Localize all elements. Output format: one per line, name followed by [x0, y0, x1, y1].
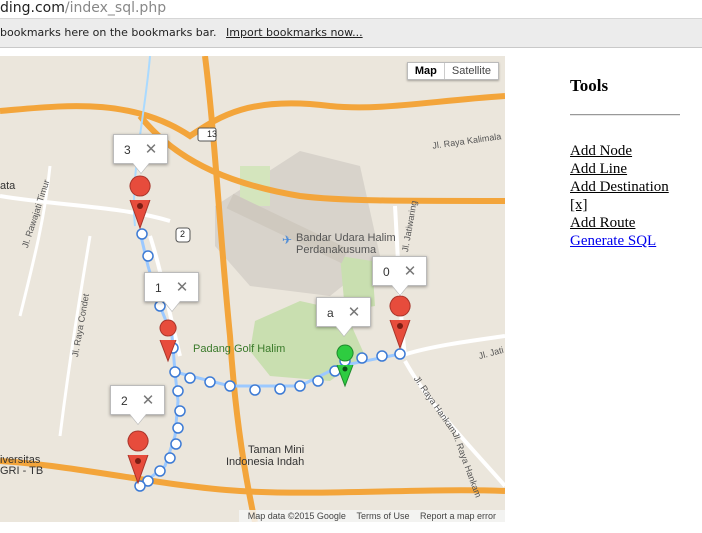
- close-icon[interactable]: ✕: [348, 298, 361, 328]
- tools-divider: [570, 114, 680, 116]
- info-window-2: 2 ✕: [110, 385, 166, 425]
- airport-label: Bandar Udara Halim: [296, 232, 396, 244]
- info-window-label: a: [327, 306, 334, 320]
- add-route-link[interactable]: Add Route: [570, 214, 680, 232]
- close-icon[interactable]: ✕: [404, 257, 417, 287]
- info-window-label: 3: [124, 143, 131, 157]
- map-type-control: Map Satellite: [406, 62, 499, 80]
- taman-label: Taman Mini: [248, 444, 305, 456]
- close-icon[interactable]: ✕: [145, 135, 158, 165]
- marker-3[interactable]: [129, 175, 151, 230]
- map-type-map-button[interactable]: Map: [408, 63, 445, 79]
- info-window-a: a ✕: [316, 297, 372, 337]
- info-window-3: 3 ✕: [113, 134, 169, 174]
- airport-label-2: Perdanakusuma: [296, 244, 377, 256]
- add-node-link[interactable]: Add Node: [570, 142, 680, 160]
- map-attribution: Map data ©2015 Google Terms of Use Repor…: [238, 510, 505, 522]
- info-window-label: 1: [155, 281, 162, 295]
- map-canvas[interactable]: ✈ 13 2 Bandar Udara Halim Perdanakusuma …: [0, 56, 505, 522]
- info-window-1: 1 ✕: [144, 272, 200, 312]
- golf-label: Padang Golf Halim: [193, 343, 286, 355]
- bookmarks-hint: bookmarks here on the bookmarks bar.: [0, 26, 217, 39]
- tools-panel: Tools Add Node Add Line Add Destination …: [570, 76, 680, 250]
- info-window-label: 2: [121, 394, 128, 408]
- generate-sql-link[interactable]: Generate SQL: [570, 232, 680, 250]
- close-icon[interactable]: ✕: [142, 386, 155, 416]
- toll-road-north: [0, 93, 505, 140]
- taman-label-2: Indonesia Indah: [226, 456, 305, 468]
- import-bookmarks-link[interactable]: Import bookmarks now...: [226, 26, 363, 39]
- bookmarks-bar: bookmarks here on the bookmarks bar. Imp…: [0, 18, 702, 48]
- url-path: /index_sql.php: [64, 0, 167, 16]
- url-domain: ding.com: [0, 0, 65, 16]
- area-ata-label: ata: [0, 180, 16, 192]
- add-destination-link[interactable]: Add Destination: [570, 178, 680, 196]
- shield-13-label: 13: [207, 129, 218, 139]
- add-line-link[interactable]: Add Line: [570, 160, 680, 178]
- report-error-link[interactable]: Report a map error: [420, 511, 496, 521]
- tools-title: Tools: [570, 76, 609, 95]
- info-window-label: 0: [383, 265, 390, 279]
- close-x-link[interactable]: [x]: [570, 196, 680, 214]
- marker-a[interactable]: [336, 344, 354, 388]
- attribution-data: Map data ©2015 Google: [247, 511, 346, 521]
- map-type-satellite-button[interactable]: Satellite: [445, 63, 498, 79]
- shield-2-label: 2: [180, 229, 186, 239]
- address-bar[interactable]: ding.com/index_sql.php: [0, 0, 702, 18]
- close-icon[interactable]: ✕: [176, 273, 189, 303]
- area-univ-label-2: GRI - TB: [0, 465, 44, 477]
- info-window-0: 0 ✕: [372, 256, 428, 296]
- terms-of-use-link[interactable]: Terms of Use: [356, 511, 409, 521]
- airport-icon: ✈: [282, 233, 292, 247]
- marker-0[interactable]: [389, 295, 411, 350]
